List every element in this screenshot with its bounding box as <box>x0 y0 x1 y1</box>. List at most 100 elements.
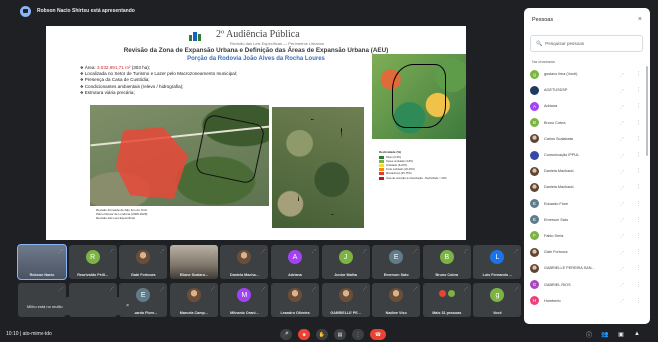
more-options-icon[interactable]: ⋮ <box>636 249 641 255</box>
person-row[interactable]: Comunicação IPPUL ⋰ ⋮ <box>530 147 644 163</box>
chat-icon[interactable]: ▣ <box>616 329 626 339</box>
more-options-icon[interactable]: ⋮ <box>636 233 641 239</box>
participant-name: Emerson Sato <box>383 273 409 277</box>
close-icon[interactable]: × <box>126 303 129 309</box>
participant-tile[interactable]: ⋰ Gabi Fortoura <box>119 245 168 279</box>
presenting-banner: Robson Nacio Shirtsu está apresentando <box>0 0 522 22</box>
city-logo-icon <box>189 32 201 41</box>
participant-tile[interactable]: A ⋰ Adriana <box>271 245 319 279</box>
person-name: Daniela Machado <box>544 185 574 190</box>
person-row[interactable]: B Bruno Cobra ⋰ ⋮ <box>530 115 644 131</box>
presenting-text: Robson Nacio Shirtsu está apresentando <box>37 8 135 14</box>
person-name: Daniela Machado <box>544 169 574 174</box>
avatar: A <box>530 101 539 111</box>
avatar <box>237 250 252 264</box>
microphone-button[interactable]: 🎤 <box>280 329 292 340</box>
more-options-icon[interactable]: ⋮ <box>636 201 641 207</box>
participant-tile[interactable]: ⋰ GABRIELLE PE... <box>321 283 370 317</box>
person-row[interactable]: E Eduardo Flore ⋰ ⋮ <box>530 196 644 212</box>
captions-button[interactable]: ▤ <box>334 329 346 340</box>
person-row[interactable]: G GABRIEL RIOS ⋰ ⋮ <box>530 276 644 292</box>
more-options-icon[interactable]: ⋮ <box>636 71 641 77</box>
mic-muted-icon: ⋰ <box>160 286 165 291</box>
mic-muted-icon: ⋰ <box>620 249 624 255</box>
participant-tile[interactable]: ⋰ Nadine Viso <box>372 283 421 317</box>
more-options-icon[interactable]: ⋮ <box>636 298 641 304</box>
panel-title: Pessoas <box>532 17 554 23</box>
avatar <box>389 288 404 302</box>
panel-scrollbar[interactable] <box>646 66 648 156</box>
more-options-icon[interactable]: ⋮ <box>636 217 641 223</box>
participant-tile[interactable]: ⋰ Mais 31 pessoas <box>422 283 471 317</box>
person-row[interactable]: F Fabio Seria ⋰ ⋮ <box>530 228 644 244</box>
avatar: M <box>237 288 252 302</box>
participant-tile[interactable]: M ⋰ Milnanic Orani... <box>220 283 269 317</box>
avatar: F <box>530 231 539 241</box>
participant-name: Junior Malha <box>334 273 357 277</box>
mic-muted-icon: ⋰ <box>620 152 624 158</box>
participant-tile[interactable]: R ⋰ Reurivaldo Pelli... <box>68 245 117 279</box>
camera-button[interactable]: ■ <box>298 329 310 340</box>
close-icon[interactable]: × <box>638 16 642 23</box>
more-options-icon[interactable]: ⋮ <box>636 87 641 93</box>
more-options-icon[interactable]: ⋮ <box>636 282 641 288</box>
participant-tile[interactable]: ⋰ Robson Nacio <box>17 244 67 280</box>
more-options-icon[interactable]: ⋮ <box>636 184 641 190</box>
people-icon[interactable]: 👥 <box>600 329 610 339</box>
participant-tile[interactable]: ⋰ Marcela Camp... <box>169 283 218 317</box>
avatar: E <box>530 199 539 209</box>
participant-tile[interactable]: ⋰ Eliane Scalara... <box>169 245 218 279</box>
legend-swatch <box>379 172 384 176</box>
participant-tile[interactable]: J ⋰ Junior Malha <box>321 245 370 279</box>
leave-call-button[interactable]: ☎ <box>370 329 386 340</box>
legend-label: Suave ondulado (3-8%) <box>386 159 414 163</box>
participant-tile[interactable]: ⋰ Leandro Oliveira <box>271 283 319 317</box>
mic-muted-icon: ⋰ <box>59 248 63 253</box>
participant-tile[interactable]: E ⋰ Emerson Sato <box>372 245 421 279</box>
raise-hand-button[interactable]: ✋ <box>316 329 328 340</box>
search-input[interactable] <box>545 41 636 46</box>
person-name: Adriana <box>544 104 558 109</box>
person-row[interactable]: Daniela Machado ⋰ ⋮ <box>530 179 644 195</box>
more-options-icon[interactable]: ⋮ <box>636 152 641 158</box>
info-icon[interactable]: ⓘ <box>584 329 594 339</box>
person-row[interactable]: g gustavo lima (Você) ⋰ ⋮ <box>530 66 644 82</box>
person-row[interactable]: Gabi Fortoura ⋰ ⋮ <box>530 244 644 260</box>
more-options-button[interactable]: ⋮ <box>352 329 364 340</box>
activities-icon[interactable]: ▲ <box>632 329 642 339</box>
more-options-icon[interactable]: ⋮ <box>636 265 641 271</box>
more-options-icon[interactable]: ⋮ <box>636 103 641 109</box>
person-name: Comunicação IPPUL <box>544 153 580 158</box>
more-options-icon[interactable]: ⋮ <box>636 168 641 174</box>
mic-muted-icon: ⋰ <box>413 248 418 253</box>
more-options-icon[interactable]: ⋮ <box>636 120 641 126</box>
participant-tile[interactable]: ⋰ Daniela Macha... <box>220 245 269 279</box>
avatar: g <box>530 69 539 79</box>
legend-swatch <box>379 168 384 172</box>
people-list: g gustavo lima (Você) ⋰ ⋮ AGETUSDSP ⋰ ⋮ A Adrian… <box>530 66 644 309</box>
mic-muted-icon: ⋰ <box>109 286 114 291</box>
people-search[interactable]: 🔍 <box>530 35 643 52</box>
participant-name: Gabi Fortoura <box>130 273 156 277</box>
participant-tile[interactable]: B ⋰ Bruno Cobra <box>422 245 471 279</box>
person-row[interactable]: AGETUSDSP ⋰ ⋮ <box>530 82 644 98</box>
more-options-icon[interactable]: ⋮ <box>636 136 641 142</box>
avatar <box>530 150 539 160</box>
mic-muted-icon: ⋰ <box>160 248 165 253</box>
slope-legend: Declividade (%) Plano (0-3%) Suave ondula… <box>379 150 449 180</box>
mic-muted-icon: ⋰ <box>514 248 519 253</box>
mic-muted-icon: ⋰ <box>620 184 624 190</box>
right-controls: ⓘ 👥 ▣ ▲ <box>584 329 642 339</box>
participant-tile[interactable]: L ⋰ Luis Fernando ... <box>473 245 522 279</box>
person-row[interactable]: A Adriana ⋰ ⋮ <box>530 98 644 114</box>
person-name: Humberto <box>544 298 561 303</box>
more-people-avatars <box>438 290 455 297</box>
person-row[interactable]: Daniela Machado ⋰ ⋮ <box>530 163 644 179</box>
person-row[interactable]: H Humberto ⋰ ⋮ <box>530 293 644 309</box>
meeting-clock: 10:10 | ato-mimv-tdo <box>6 331 52 337</box>
person-row[interactable]: Carlos Scalabata ⋰ ⋮ <box>530 131 644 147</box>
mic-muted-icon: ⋰ <box>620 201 624 207</box>
participant-tile[interactable]: g ⋰ Você <box>473 283 522 317</box>
person-row[interactable]: GABRIELLE PEREIRA SAN... ⋰ ⋮ <box>530 260 644 276</box>
person-row[interactable]: E Emerson Sato ⋰ ⋮ <box>530 212 644 228</box>
